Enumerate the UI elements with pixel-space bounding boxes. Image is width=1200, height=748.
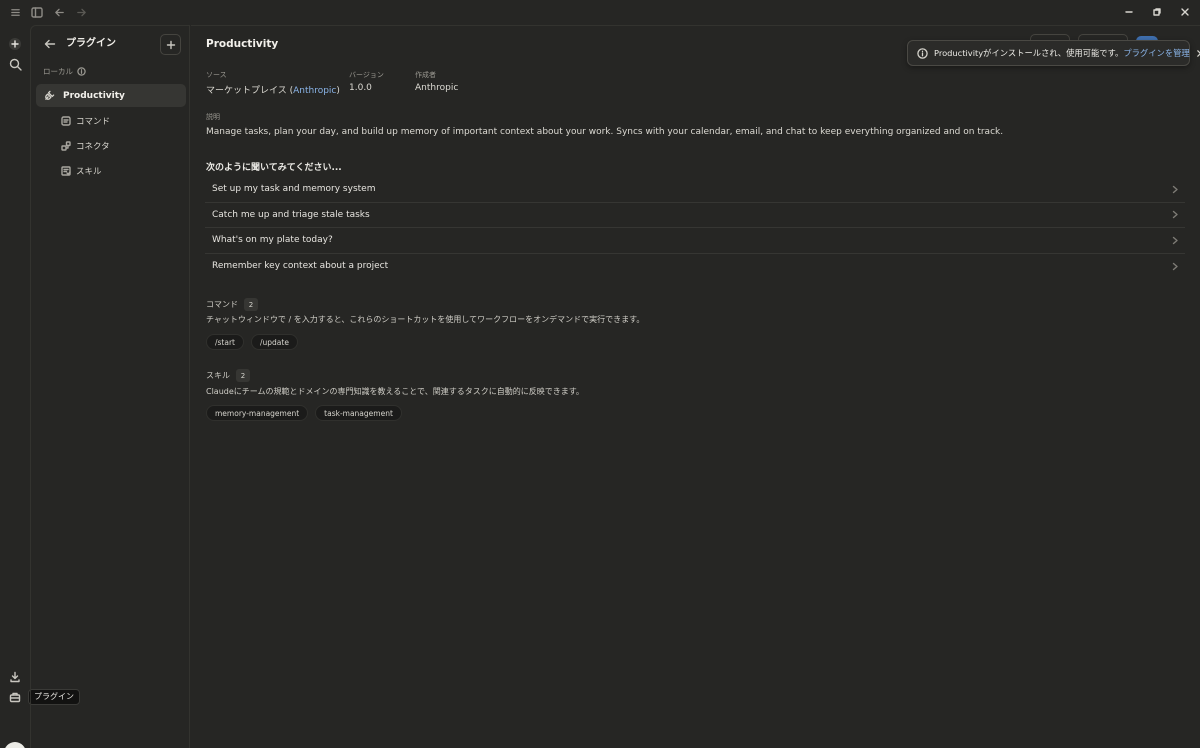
sidebar-toggle-icon[interactable]: [27, 3, 47, 21]
chevron-right-icon: [1171, 236, 1179, 245]
info-icon[interactable]: [77, 67, 86, 76]
version-label: バージョン: [349, 71, 384, 79]
connector-icon: [61, 141, 71, 151]
sidebar-item-connectors[interactable]: コネクタ: [61, 137, 110, 155]
install-toast: Productivityがインストールされ、使用可能です。プラグインを管理: [907, 40, 1200, 66]
commands-count-badge: 2: [244, 298, 258, 311]
title-bar: [0, 0, 1200, 25]
close-icon[interactable]: [1171, 0, 1199, 24]
author-label: 作成者: [415, 71, 436, 79]
back-arrow-icon[interactable]: [42, 36, 58, 52]
minimize-icon[interactable]: [1115, 0, 1143, 24]
sidebar-item-label: コマンド: [76, 117, 111, 127]
prompt-item[interactable]: Catch me up and triage stale tasks: [205, 203, 1185, 228]
source-label: ソース: [206, 71, 227, 79]
source-link[interactable]: Anthropic: [293, 86, 336, 96]
sidebar-item-productivity[interactable]: Productivity: [36, 84, 186, 107]
add-plugin-button[interactable]: [160, 34, 181, 55]
suggested-prompts-list: Set up my task and memory system Catch m…: [205, 177, 1185, 279]
local-section-header: ローカル: [43, 66, 86, 77]
command-chip[interactable]: /update: [251, 334, 298, 350]
prompt-label: Catch me up and triage stale tasks: [212, 209, 370, 220]
plug-icon: [44, 90, 55, 101]
search-icon[interactable]: [5, 54, 25, 74]
skill-chip[interactable]: memory-management: [206, 405, 309, 421]
icon-rail: KN: [0, 25, 30, 748]
prompt-label: Set up my task and memory system: [212, 184, 376, 195]
commands-label: コマンド: [206, 300, 238, 309]
chevron-right-icon: [1171, 262, 1179, 271]
sidebar-item-commands[interactable]: コマンド: [61, 112, 110, 130]
source-value: マーケットプレイス (Anthropic): [206, 86, 340, 96]
forward-icon[interactable]: [71, 3, 91, 21]
plugin-detail: Productivity ソース マーケットプレイス (Anthropic) バ…: [191, 25, 1200, 748]
skills-list: memory-management task-management: [206, 405, 402, 421]
chevron-right-icon: [1171, 185, 1179, 194]
prompt-item[interactable]: What's on my plate today?: [205, 228, 1185, 254]
sidebar-item-label: スキル: [76, 167, 102, 177]
skill-chip[interactable]: task-management: [315, 405, 402, 421]
command-chip[interactable]: /start: [206, 334, 244, 350]
suggested-prompts-heading: 次のように聞いてみてください...: [206, 163, 342, 173]
close-icon[interactable]: [1196, 49, 1200, 58]
sidebar-item-label: Productivity: [63, 90, 125, 101]
prompt-item[interactable]: Set up my task and memory system: [205, 177, 1185, 203]
toast-message: Productivityがインストールされ、使用可能です。プラグインを管理: [934, 48, 1190, 58]
page-title: Productivity: [206, 38, 279, 50]
commands-header: コマンド 2: [206, 298, 258, 311]
menu-icon[interactable]: [5, 3, 25, 21]
chevron-right-icon: [1171, 210, 1179, 219]
avatar[interactable]: KN: [4, 742, 26, 748]
prompt-item[interactable]: Remember key context about a project: [205, 254, 1185, 280]
prompt-label: Remember key context about a project: [212, 261, 389, 272]
skills-description: Claudeにチームの規範とドメインの専門知識を教えることで、関連するタスクに自…: [206, 387, 584, 396]
section-label: ローカル: [43, 67, 73, 76]
plugins-sidebar: プラグイン ローカル Productivity コマンド コネクタ スキル: [30, 25, 190, 748]
skill-icon: [61, 166, 71, 176]
plugins-icon[interactable]: [5, 687, 25, 707]
commands-list: /start /update: [206, 334, 298, 350]
manage-plugins-link[interactable]: プラグインを管理: [1123, 48, 1189, 58]
restore-icon[interactable]: [1143, 0, 1171, 24]
skills-header: スキル 2: [206, 369, 250, 382]
author-value: Anthropic: [415, 83, 459, 93]
command-icon: [61, 116, 71, 126]
sidebar-title: プラグイン: [66, 38, 116, 49]
sidebar-item-skills[interactable]: スキル: [61, 162, 102, 180]
sidebar-item-label: コネクタ: [76, 142, 110, 152]
description-label: 説明: [206, 113, 220, 121]
new-chat-icon[interactable]: [5, 34, 25, 54]
prompt-label: What's on my plate today?: [212, 235, 333, 246]
description-text: Manage tasks, plan your day, and build u…: [206, 127, 1004, 137]
download-icon[interactable]: [5, 667, 25, 687]
back-icon[interactable]: [49, 3, 69, 21]
commands-description: チャットウィンドウで / を入力すると、これらのショートカットを使用してワークフ…: [206, 315, 645, 324]
info-icon: [917, 47, 928, 59]
skills-count-badge: 2: [236, 369, 250, 382]
version-value: 1.0.0: [349, 83, 372, 93]
skills-label: スキル: [206, 371, 230, 380]
